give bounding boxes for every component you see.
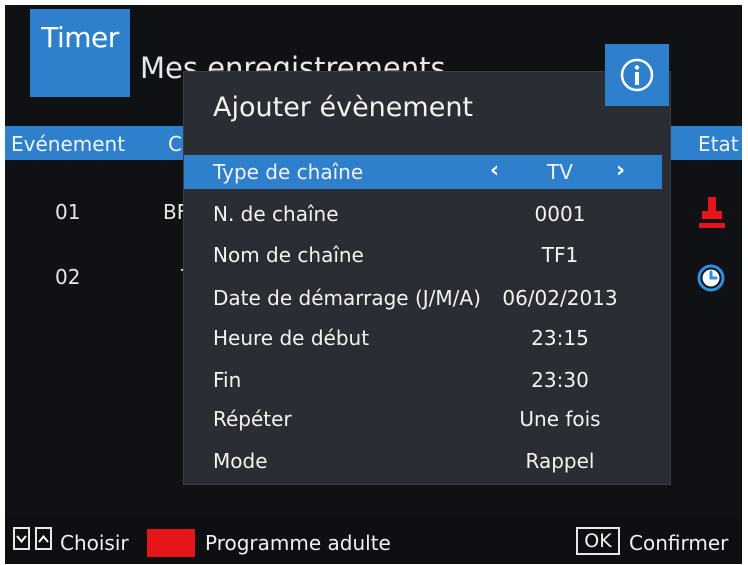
down-key-icon [13, 527, 30, 550]
row-channel-name[interactable]: Nom de chaîne TF1 [184, 238, 662, 272]
row-label: Mode [213, 449, 268, 473]
record-icon [699, 197, 725, 228]
confirm-label: Confirmer [629, 531, 729, 555]
row-label: Fin [213, 368, 242, 392]
row-label: Heure de début [213, 326, 370, 350]
row-label: Type de chaîne [213, 160, 364, 184]
dialog-title: Ajouter évènement [213, 92, 474, 123]
footer-bar: Choisir Programme adulte OK Confirmer [5, 518, 742, 564]
row-value: 0001 [534, 202, 586, 226]
adult-program-label: Programme adulte [205, 531, 391, 555]
info-icon [620, 58, 654, 92]
row-channel-number[interactable]: N. de chaîne 0001 [184, 197, 662, 231]
choose-label: Choisir [60, 531, 129, 555]
row-start-time[interactable]: Heure de début 23:15 [184, 321, 662, 355]
up-key-icon [35, 527, 52, 550]
ok-key-icon: OK [576, 527, 620, 555]
row-label: Répéter [213, 407, 292, 431]
row-repeat[interactable]: Répéter Une fois [184, 402, 662, 436]
row-end-time[interactable]: Fin 23:30 [184, 363, 662, 397]
event-number: 01 [55, 200, 81, 224]
row-start-date[interactable]: Date de démarrage (J/M/A) 06/02/2013 [184, 281, 662, 315]
info-button[interactable] [605, 44, 669, 106]
row-value: 06/02/2013 [502, 286, 618, 310]
row-label: N. de chaîne [213, 202, 339, 226]
ok-key-label: OK [584, 530, 612, 552]
arrow-right-icon[interactable]: › [616, 158, 625, 183]
clock-icon [697, 264, 725, 292]
row-value: Rappel [525, 449, 595, 473]
red-key-icon [147, 529, 195, 557]
column-header-event: Evénement [11, 132, 126, 156]
row-value: 23:15 [531, 326, 589, 350]
timer-tab-label: Timer [41, 21, 119, 54]
column-header-state: Etat [698, 132, 739, 156]
row-channel-type[interactable]: Type de chaîne ‹ TV › [184, 155, 662, 189]
timer-tab[interactable]: Timer [30, 9, 130, 97]
row-value: Une fois [519, 407, 601, 431]
row-value: TV [547, 160, 573, 184]
row-label: Date de démarrage (J/M/A) [213, 286, 481, 310]
event-number: 02 [55, 265, 81, 289]
row-value: TF1 [541, 243, 579, 267]
row-mode[interactable]: Mode Rappel [184, 444, 662, 478]
row-label: Nom de chaîne [213, 243, 364, 267]
row-value: 23:30 [531, 368, 589, 392]
